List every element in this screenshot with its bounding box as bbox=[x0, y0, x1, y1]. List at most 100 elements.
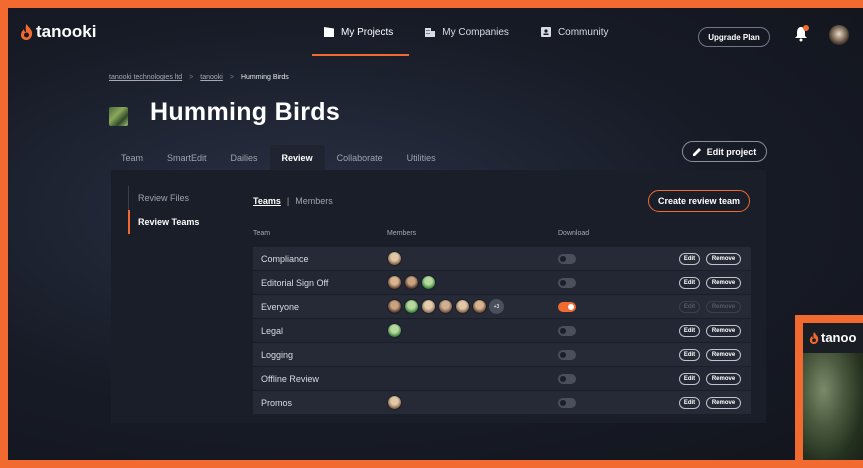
breadcrumb-current: Humming Birds bbox=[240, 74, 289, 81]
remove-team-button[interactable]: Remove bbox=[706, 253, 741, 265]
download-toggle[interactable] bbox=[558, 326, 576, 336]
flame-logo-icon bbox=[809, 331, 819, 344]
tanooki-logo[interactable]: tanooki bbox=[20, 22, 96, 42]
nav-label: My Projects bbox=[341, 26, 394, 38]
column-header-team: Team bbox=[253, 230, 271, 237]
edit-team-button[interactable]: Edit bbox=[679, 325, 700, 337]
team-name: Legal bbox=[261, 326, 284, 336]
preview-video-frame bbox=[803, 353, 863, 460]
nav-my-companies[interactable]: My Companies bbox=[409, 8, 525, 56]
remove-team-button[interactable]: Remove bbox=[706, 397, 741, 409]
clapperboard-icon bbox=[324, 27, 334, 37]
top-nav-bar: tanooki My Projects My Companies Communi… bbox=[8, 8, 863, 56]
more-members-badge[interactable]: +3 bbox=[489, 299, 504, 314]
notification-badge bbox=[803, 25, 809, 31]
tab-utilities[interactable]: Utilities bbox=[395, 145, 448, 171]
team-name: Promos bbox=[261, 398, 293, 408]
member-avatars bbox=[387, 251, 402, 266]
preview-logo: tanoo bbox=[809, 330, 856, 345]
sidebar-item-review-files[interactable]: Review Files bbox=[128, 186, 238, 210]
edit-team-button[interactable]: Edit bbox=[679, 397, 700, 409]
tab-dailies[interactable]: Dailies bbox=[219, 145, 270, 171]
contact-card-icon bbox=[540, 27, 551, 37]
project-thumbnail bbox=[109, 107, 128, 126]
member-avatar bbox=[387, 395, 402, 410]
table-row: Promos Edit Remove bbox=[253, 391, 751, 415]
review-panel: Review Files Review Teams Teams | Member… bbox=[111, 170, 766, 423]
tab-smartedit[interactable]: SmartEdit bbox=[155, 145, 219, 171]
download-toggle[interactable] bbox=[558, 350, 576, 360]
nav-community[interactable]: Community bbox=[525, 8, 625, 56]
preview-window[interactable]: tanoo bbox=[795, 315, 863, 460]
app-window: tanooki My Projects My Companies Communi… bbox=[8, 8, 863, 460]
subtab-teams[interactable]: Teams bbox=[253, 196, 281, 206]
member-avatar bbox=[387, 275, 402, 290]
table-row: Compliance Edit Remove bbox=[253, 247, 751, 271]
page-title: Humming Birds bbox=[150, 98, 341, 126]
member-avatars bbox=[387, 395, 402, 410]
nav-my-projects[interactable]: My Projects bbox=[308, 8, 410, 56]
pencil-icon bbox=[692, 148, 701, 156]
column-header-members: Members bbox=[387, 230, 417, 237]
member-avatar bbox=[387, 251, 402, 266]
breadcrumb-company[interactable]: tanooki technologies ltd bbox=[109, 74, 182, 81]
breadcrumb-workspace[interactable]: tanooki bbox=[200, 74, 223, 81]
member-avatar bbox=[472, 299, 487, 314]
user-avatar[interactable] bbox=[829, 25, 849, 45]
nav-label: Community bbox=[557, 26, 609, 38]
tab-review[interactable]: Review bbox=[269, 145, 325, 171]
teams-table: Compliance Edit Remove Editorial Sign Of… bbox=[253, 247, 751, 415]
member-avatar bbox=[404, 275, 419, 290]
member-avatar bbox=[387, 323, 402, 338]
remove-team-button: Remove bbox=[706, 301, 741, 313]
preview-content: tanoo bbox=[803, 323, 863, 460]
table-row: Legal Edit Remove bbox=[253, 319, 751, 343]
upgrade-plan-button[interactable]: Upgrade Plan bbox=[698, 27, 770, 47]
subtab-divider: | bbox=[286, 196, 290, 206]
subtab-members[interactable]: Members bbox=[295, 196, 333, 206]
tab-team[interactable]: Team bbox=[109, 145, 155, 171]
team-name: Logging bbox=[261, 350, 294, 360]
edit-project-button[interactable]: Edit project bbox=[682, 141, 767, 162]
review-sidebar: Review Files Review Teams bbox=[128, 186, 238, 234]
team-name: Offline Review bbox=[261, 374, 319, 384]
breadcrumb-separator: > bbox=[189, 74, 194, 81]
member-avatar bbox=[455, 299, 470, 314]
member-avatars bbox=[387, 275, 436, 290]
member-avatars: +3 bbox=[387, 299, 504, 314]
create-review-team-button[interactable]: Create review team bbox=[648, 190, 750, 212]
edit-team-button: Edit bbox=[679, 301, 700, 313]
download-toggle[interactable] bbox=[558, 302, 576, 312]
edit-team-button[interactable]: Edit bbox=[679, 349, 700, 361]
edit-team-button[interactable]: Edit bbox=[679, 373, 700, 385]
edit-team-button[interactable]: Edit bbox=[679, 277, 700, 289]
download-toggle[interactable] bbox=[558, 374, 576, 384]
team-name: Compliance bbox=[261, 254, 309, 264]
tab-collaborate[interactable]: Collaborate bbox=[325, 145, 395, 171]
edit-team-button[interactable]: Edit bbox=[679, 253, 700, 265]
member-avatar bbox=[387, 299, 402, 314]
table-row: Everyone +3 Edit Remove bbox=[253, 295, 751, 319]
remove-team-button[interactable]: Remove bbox=[706, 325, 741, 337]
column-header-download: Download bbox=[558, 230, 590, 237]
project-tabs: Team SmartEdit Dailies Review Collaborat… bbox=[109, 145, 448, 171]
download-toggle[interactable] bbox=[558, 398, 576, 408]
member-avatars bbox=[387, 323, 402, 338]
team-name: Editorial Sign Off bbox=[261, 278, 329, 288]
download-toggle[interactable] bbox=[558, 278, 576, 288]
remove-team-button[interactable]: Remove bbox=[706, 277, 741, 289]
table-row: Offline Review Edit Remove bbox=[253, 367, 751, 391]
logo-text: tanooki bbox=[36, 22, 97, 41]
member-avatar bbox=[438, 299, 453, 314]
preview-logo-text: tanoo bbox=[821, 330, 857, 345]
sidebar-item-review-teams[interactable]: Review Teams bbox=[128, 210, 238, 234]
member-avatar bbox=[421, 275, 436, 290]
nav-label: My Companies bbox=[442, 26, 509, 38]
download-toggle[interactable] bbox=[558, 254, 576, 264]
remove-team-button[interactable]: Remove bbox=[706, 373, 741, 385]
member-avatar bbox=[421, 299, 436, 314]
remove-team-button[interactable]: Remove bbox=[706, 349, 741, 361]
building-icon bbox=[425, 28, 436, 37]
member-avatar bbox=[404, 299, 419, 314]
table-row: Editorial Sign Off Edit Remove bbox=[253, 271, 751, 295]
